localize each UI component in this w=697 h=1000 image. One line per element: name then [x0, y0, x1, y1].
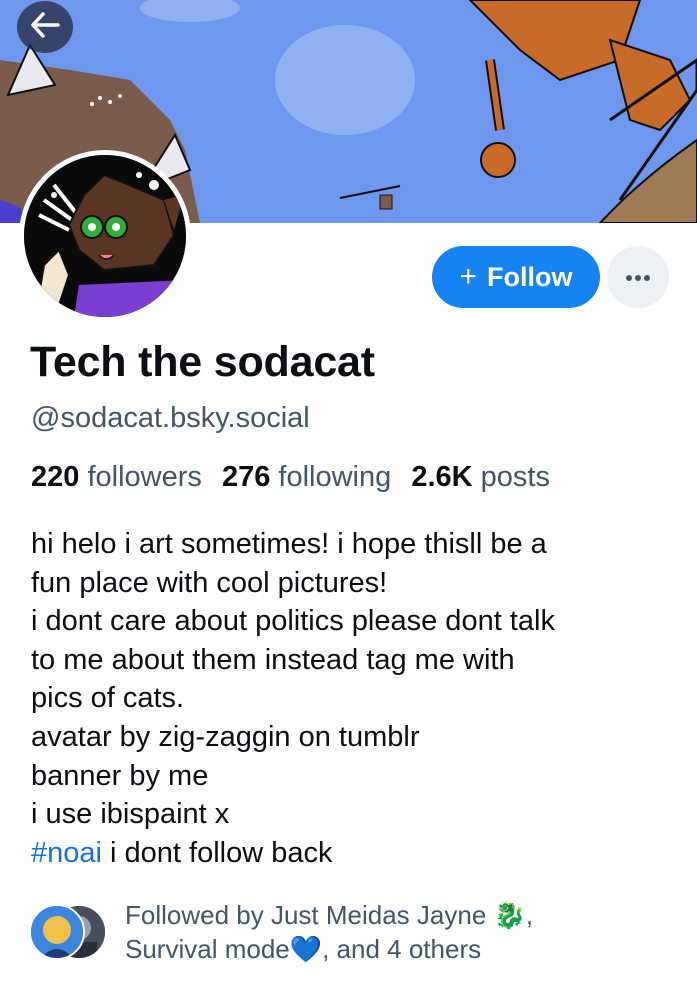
- profile-stats: 220 followers 276 following 2.6K posts: [31, 461, 562, 494]
- avatar-image: [24, 155, 186, 317]
- bio-line: banner by me: [31, 759, 209, 792]
- followed-by-section[interactable]: Followed by Just Meidas Jayne 🐉, Surviva…: [29, 898, 689, 970]
- bio-line: fun place with cool pictures!: [31, 566, 388, 599]
- posts-stat: 2.6K posts: [411, 461, 550, 493]
- bio-line: avatar by zig-zaggin on tumblr: [31, 720, 420, 753]
- following-label: following: [278, 461, 392, 493]
- ellipsis-icon: [625, 270, 651, 285]
- following-count: 276: [221, 461, 271, 493]
- follow-button-label: Follow: [487, 261, 573, 292]
- bio-line-rest: i dont follow back: [101, 836, 333, 869]
- profile-handle: @sodacat.bsky.social: [31, 402, 310, 434]
- plus-icon: +: [459, 260, 478, 293]
- bio-line-last: #noai i dont follow back: [31, 834, 681, 873]
- followed-by-line-1: Followed by Just Meidas Jayne 🐉,: [125, 900, 534, 930]
- bio-line: pics of cats.: [31, 682, 185, 715]
- bio-line: hi helo i art sometimes! i hope thisll b…: [31, 528, 547, 560]
- posts-label: posts: [480, 461, 550, 493]
- bio-line: i dont care about politics please dont t…: [31, 605, 555, 638]
- follower-avatar: [29, 904, 85, 960]
- followers-count: 220: [31, 461, 80, 493]
- followers-stat[interactable]: 220 followers: [31, 461, 202, 493]
- followed-by-line-2: Survival mode💙, and 4 others: [125, 934, 482, 964]
- posts-count: 2.6K: [411, 461, 473, 493]
- followed-by-avatars: [29, 904, 107, 960]
- follow-button[interactable]: + Follow: [432, 246, 600, 308]
- profile-avatar[interactable]: [19, 150, 191, 322]
- hashtag-link[interactable]: #noai: [31, 837, 102, 869]
- followed-by-text: Followed by Just Meidas Jayne 🐉, Surviva…: [125, 898, 533, 966]
- more-options-button[interactable]: [607, 246, 669, 308]
- arrow-left-icon: [30, 11, 60, 43]
- followers-label: followers: [87, 461, 202, 493]
- bio-line: to me about them instead tag me with: [31, 643, 515, 676]
- following-stat[interactable]: 276 following: [222, 461, 391, 493]
- profile-bio: hi helo i art sometimes! i hope thisll b…: [31, 525, 681, 872]
- back-button[interactable]: [17, 1, 73, 53]
- display-name: Tech the sodacat: [30, 338, 375, 386]
- bio-line: i use ibispaint x: [31, 798, 230, 831]
